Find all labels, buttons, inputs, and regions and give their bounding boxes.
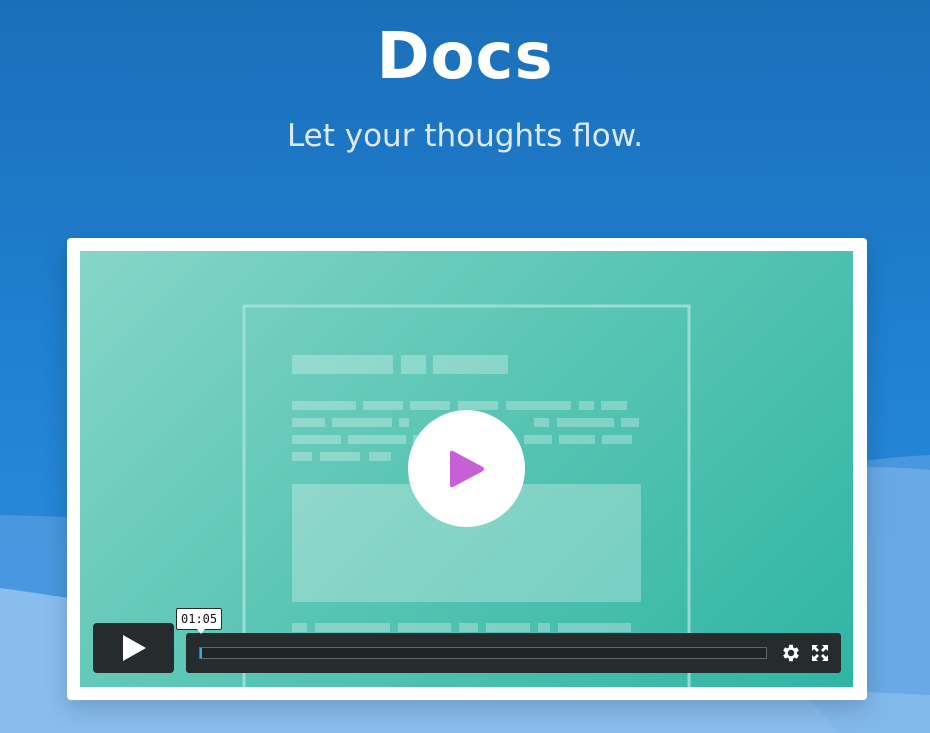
video-play-button[interactable] xyxy=(408,410,525,527)
page-subtitle: Let your thoughts flow. xyxy=(286,118,644,154)
current-time-tooltip: 01:05 xyxy=(176,608,223,634)
progress-bar[interactable] xyxy=(199,647,767,659)
play-icon xyxy=(122,635,146,661)
video-player[interactable]: 01:05 xyxy=(80,251,853,687)
fullscreen-icon[interactable] xyxy=(811,644,829,662)
play-icon xyxy=(449,450,484,487)
progress-fill xyxy=(200,648,202,658)
gear-icon[interactable] xyxy=(780,642,802,664)
page-title: Docs xyxy=(376,20,554,94)
video-controls-bar xyxy=(186,633,841,673)
video-card: 01:05 xyxy=(67,238,867,700)
controls-play-button[interactable] xyxy=(93,623,174,673)
